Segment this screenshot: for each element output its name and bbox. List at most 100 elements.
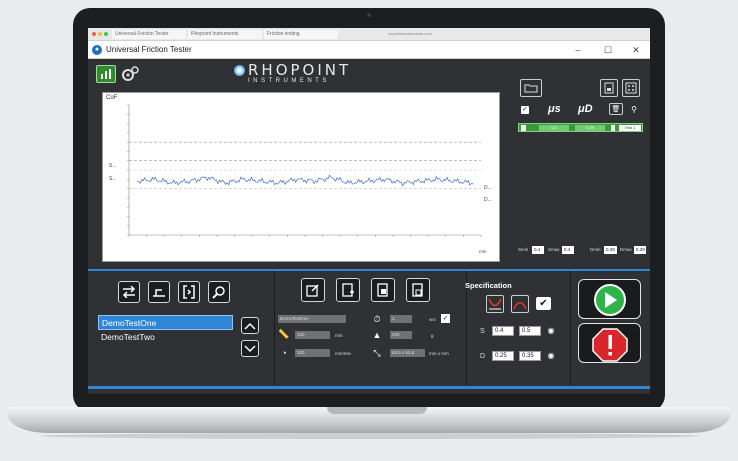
list-item[interactable]: DemoTestTwo bbox=[98, 330, 233, 345]
sled-size-icon: ⤡ bbox=[373, 347, 381, 358]
open-folder-icon[interactable] bbox=[520, 79, 542, 97]
weight-icon: ▲ bbox=[372, 330, 382, 340]
spec-s-label: S bbox=[480, 328, 485, 335]
speed-icon: ◔ bbox=[281, 348, 287, 358]
spec-s-max-input[interactable]: 0.5 bbox=[519, 326, 541, 336]
sled-unit: mm x mm bbox=[429, 351, 449, 356]
sled-icon[interactable] bbox=[148, 281, 170, 303]
move-up-button[interactable] bbox=[241, 317, 259, 334]
laptop-shadow bbox=[40, 433, 700, 439]
grid-report-icon[interactable] bbox=[622, 79, 640, 97]
distance-unit: mm bbox=[335, 333, 343, 338]
peak-curve-icon[interactable] bbox=[511, 295, 529, 313]
logo-subtext: INSTRUMENTS bbox=[248, 78, 330, 84]
logo-text: RHOPOINT bbox=[248, 61, 352, 79]
spec-s-min-input[interactable]: 0.4 bbox=[492, 326, 514, 336]
app-area: RHOPOINT INSTRUMENTS ✓ μs μD 🗑 ⚲ 0.4 0.2… bbox=[88, 59, 650, 394]
distance-field[interactable]: 150 bbox=[295, 331, 330, 339]
summary-label: Dmax bbox=[620, 247, 632, 252]
new-test-icon[interactable] bbox=[336, 278, 360, 302]
maximize-button[interactable]: ☐ bbox=[594, 41, 622, 59]
browser-bar: Universal Friction Tester Rhopoint Instr… bbox=[88, 28, 650, 41]
spec-d-min-input[interactable]: 0.25 bbox=[492, 351, 514, 361]
sled-field[interactable]: 63.5 x 63.5 bbox=[390, 349, 425, 357]
timer-icon: ⏱ bbox=[373, 313, 381, 324]
rhopoint-logo: RHOPOINT INSTRUMENTS bbox=[234, 63, 351, 85]
search-icon[interactable]: ⚲ bbox=[628, 103, 640, 115]
url-field[interactable]: rhopointinstruments.com bbox=[388, 31, 432, 36]
divider bbox=[570, 271, 571, 386]
close-dot-icon[interactable] bbox=[92, 32, 96, 36]
result-name: Test 1 bbox=[619, 125, 641, 131]
specification-title: Specification bbox=[465, 281, 512, 290]
chart-y-label-s-upper: S... bbox=[109, 163, 117, 169]
test-list: DemoTestOne DemoTestTwo bbox=[98, 315, 233, 355]
zoom-dot-icon[interactable] bbox=[104, 32, 108, 36]
select-all-checkbox[interactable]: ✓ bbox=[521, 106, 529, 114]
test-name-field[interactable]: DemoTestOne bbox=[278, 315, 346, 323]
friction-series-line bbox=[136, 174, 474, 187]
result-mu-d: 0.29 bbox=[575, 125, 605, 131]
minimize-button[interactable]: – bbox=[564, 41, 592, 59]
bottom-accent-bar bbox=[88, 386, 650, 389]
list-item[interactable]: DemoTestOne bbox=[98, 315, 233, 330]
ruler-icon: 📏 bbox=[278, 328, 290, 339]
result-checkbox[interactable] bbox=[521, 125, 526, 131]
move-down-button[interactable] bbox=[241, 340, 259, 357]
report-icon[interactable] bbox=[600, 79, 618, 97]
time-checkbox[interactable]: ✓ bbox=[441, 314, 450, 323]
stop-button[interactable] bbox=[578, 323, 641, 363]
friction-chart: CoF S... S... D... D... mm bbox=[102, 92, 500, 262]
weight-field[interactable]: 200 bbox=[390, 331, 412, 339]
summary-value: 0.4 bbox=[562, 246, 574, 254]
chart-xlabel: mm bbox=[479, 249, 487, 254]
laptop-base bbox=[8, 407, 730, 433]
app-icon: ● bbox=[92, 45, 102, 55]
browser-tab[interactable]: Universal Friction Tester bbox=[112, 30, 186, 39]
summary-label: Smin bbox=[518, 247, 529, 252]
time-unit: sec bbox=[429, 317, 437, 322]
laptop-notch bbox=[327, 407, 427, 414]
gear-icon[interactable] bbox=[119, 65, 141, 83]
window-title: Universal Friction Tester bbox=[106, 45, 192, 54]
browser-tab[interactable]: Friction testing bbox=[264, 30, 338, 39]
bracket-icon[interactable] bbox=[178, 281, 200, 303]
chart-plot bbox=[127, 104, 482, 237]
signal-icon[interactable] bbox=[96, 65, 116, 83]
summary-label: Smax bbox=[548, 247, 560, 252]
window-titlebar: ● Universal Friction Tester – ☐ ✕ bbox=[88, 41, 650, 59]
spec-enable-checkbox[interactable]: ✔ bbox=[536, 297, 551, 310]
result-mu-s: 0.4 bbox=[539, 125, 569, 131]
summary-value: 0.4 bbox=[532, 246, 544, 254]
logo-burst-icon bbox=[234, 65, 245, 76]
minimize-dot-icon[interactable] bbox=[98, 32, 102, 36]
eye-icon[interactable]: ◉ bbox=[546, 351, 556, 361]
edit-icon[interactable] bbox=[301, 278, 325, 302]
valley-curve-icon[interactable] bbox=[486, 295, 504, 313]
summary-value: 0.29 bbox=[604, 246, 617, 254]
magnify-icon[interactable] bbox=[208, 281, 230, 303]
result-flag bbox=[611, 125, 615, 131]
weight-unit: g bbox=[431, 333, 434, 338]
browser-tab[interactable]: Rhopoint Instruments bbox=[188, 30, 262, 39]
delete-icon[interactable]: 🗑 bbox=[609, 103, 623, 115]
divider bbox=[274, 271, 275, 386]
result-row[interactable]: 0.4 0.29 Test 1 bbox=[518, 123, 643, 132]
save-icon[interactable] bbox=[406, 278, 430, 302]
delete-test-icon[interactable] bbox=[371, 278, 395, 302]
mu-s-label: μs bbox=[548, 103, 561, 115]
spec-d-label: D bbox=[480, 353, 486, 360]
chart-y-label-s-lower: S... bbox=[109, 176, 117, 182]
close-button[interactable]: ✕ bbox=[622, 41, 650, 59]
start-button[interactable] bbox=[578, 279, 641, 319]
spec-d-max-input[interactable]: 0.35 bbox=[519, 351, 541, 361]
time-field[interactable]: 1 bbox=[390, 315, 412, 323]
swap-icon[interactable] bbox=[118, 281, 140, 303]
chart-right-label-d-upper: D... bbox=[484, 185, 492, 191]
eye-icon[interactable]: ◉ bbox=[546, 326, 556, 336]
summary-label: Dmin bbox=[590, 247, 601, 252]
chart-right-label-d-lower: D... bbox=[484, 197, 492, 203]
speed-field[interactable]: 300 bbox=[295, 349, 330, 357]
summary-value: 0.29 bbox=[634, 246, 646, 254]
divider-bar bbox=[88, 269, 650, 271]
